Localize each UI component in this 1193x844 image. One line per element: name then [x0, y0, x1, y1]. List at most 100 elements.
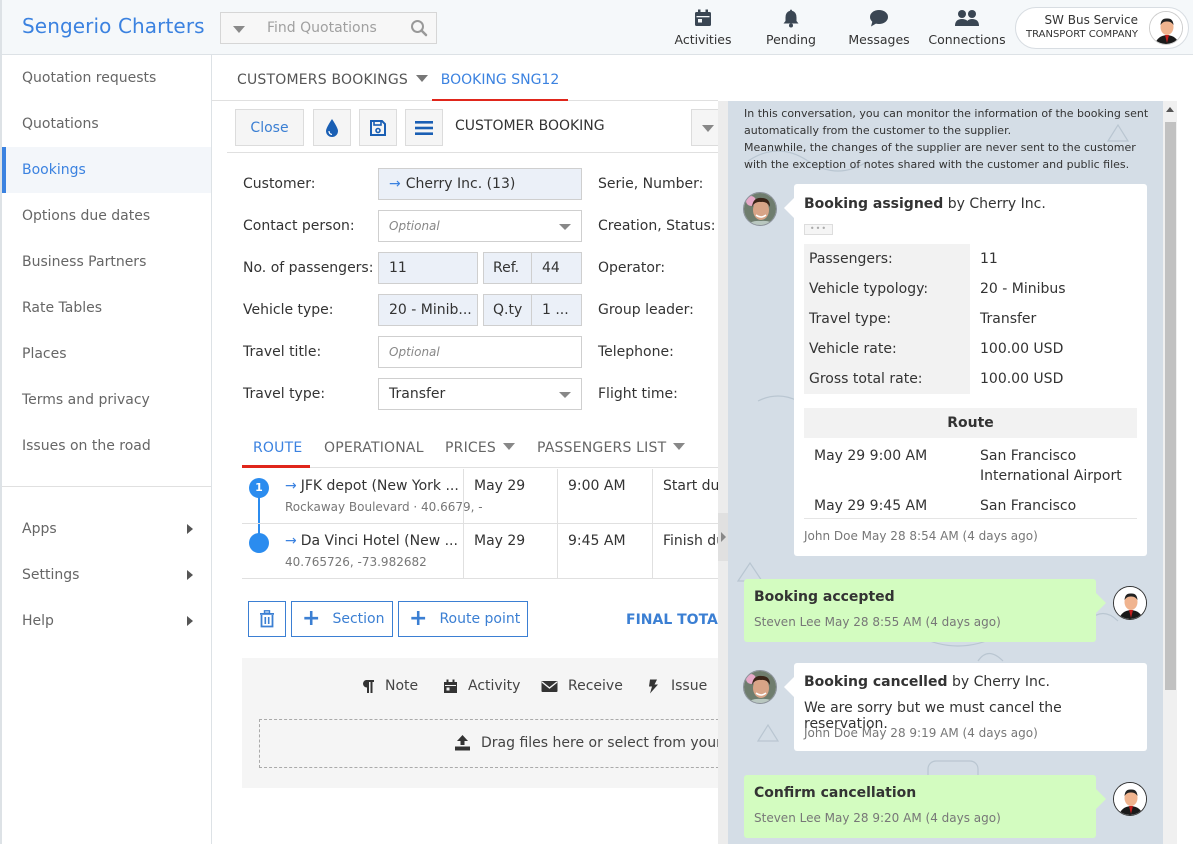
conversation-scrollbar[interactable] [1163, 101, 1177, 844]
caret-right-icon [187, 616, 193, 626]
report-issue-button[interactable]: Issue [646, 678, 707, 694]
tab-route[interactable]: ROUTE [253, 440, 302, 456]
sidebar-item-places[interactable]: Places [2, 331, 211, 377]
route-place: San Francisco [980, 498, 1077, 514]
sidebar-item-label: Help [22, 613, 54, 629]
sidebar-item-settings[interactable]: Settings [2, 552, 211, 598]
detail-row: Vehicle typology: 20 - Minibus [804, 274, 1137, 304]
flight-time-label: Flight time: [598, 386, 678, 402]
sidebar-item-quotations[interactable]: Quotations [2, 101, 211, 147]
bubble-tail [784, 198, 794, 218]
sidebar-item-quotation-requests[interactable]: Quotation requests [2, 55, 211, 101]
travel-title-input[interactable]: Optional [378, 336, 582, 368]
message-title: Booking assigned by Cherry Inc. [804, 196, 1046, 212]
quantity-field[interactable]: Q.ty 1 ... [483, 294, 582, 326]
tab-passengers-list[interactable]: PASSENGERS LIST [537, 440, 686, 456]
menu-button[interactable] [405, 109, 443, 146]
user-menu[interactable]: SW Bus Service TRANSPORT COMPANY [1015, 7, 1189, 49]
chevron-down-icon [559, 392, 571, 398]
message-title-bold: Booking cancelled [804, 674, 948, 690]
route-date: May 29 [463, 469, 557, 524]
sidebar-item-label: Apps [22, 521, 57, 537]
collapse-handle[interactable] [718, 513, 728, 561]
detail-value: 11 [980, 251, 998, 267]
sidebar-item-rate-tables[interactable]: Rate Tables [2, 285, 211, 331]
add-route-point-label: Route point [439, 611, 521, 627]
message-title-rest: by Cherry Inc. [947, 674, 1050, 690]
detail-key: Gross total rate: [804, 364, 970, 394]
receive-button[interactable]: Receive [541, 678, 623, 694]
sidebar-item-label: Settings [22, 567, 80, 583]
avatar [743, 670, 777, 704]
plus-icon: + [302, 606, 321, 631]
sidebar-item-bookings[interactable]: Bookings [2, 147, 211, 193]
search-scope-dropdown-icon[interactable] [233, 26, 245, 33]
delete-button[interactable] [248, 601, 286, 637]
travel-title-label: Travel title: [243, 344, 322, 360]
sidebar-item-options-due-dates[interactable]: Options due dates [2, 193, 211, 239]
search-box[interactable]: Find Quotations [220, 12, 437, 44]
route-row[interactable]: 1 → JFK depot (New York ... Rockaway Boul… [242, 469, 718, 524]
add-route-point-button[interactable]: + Route point [398, 601, 528, 637]
add-note-button[interactable]: Note [360, 678, 418, 694]
nav-pending[interactable]: Pending [746, 8, 836, 47]
right-gutter [1177, 101, 1193, 844]
chevron-down-icon [559, 224, 571, 230]
tab-operational[interactable]: OPERATIONAL [324, 440, 424, 456]
sidebar-item-help[interactable]: Help [2, 598, 211, 644]
receive-label: Receive [568, 678, 623, 694]
nav-messages[interactable]: Messages [834, 8, 924, 47]
conversation-panel: In this conversation, you can monitor th… [728, 101, 1163, 844]
sidebar-item-issues-on-the-road[interactable]: Issues on the road [2, 423, 211, 469]
add-section-button[interactable]: + Section [291, 601, 393, 637]
contact-person-select[interactable]: Optional [378, 210, 582, 242]
search-icon[interactable] [410, 19, 428, 37]
route-point-marker: 1 [249, 478, 269, 498]
scrollbar-thumb[interactable] [1165, 122, 1176, 690]
message-title-bold: Booking assigned [804, 196, 944, 212]
panel-splitter[interactable] [718, 101, 728, 844]
color-button[interactable] [313, 109, 351, 146]
tab-customers-bookings[interactable]: CUSTOMERS BOOKINGS [237, 72, 428, 88]
vehicle-type-field[interactable]: 20 - Minib... [378, 294, 478, 326]
ref-field[interactable]: Ref. 44 [483, 252, 582, 284]
nav-activities[interactable]: Activities [658, 8, 748, 47]
form-type-dropdown[interactable] [691, 109, 721, 146]
route-point-name[interactable]: → JFK depot (New York ... [285, 478, 459, 494]
nav-label: Connections [928, 32, 1006, 47]
sidebar-item-terms-and-privacy[interactable]: Terms and privacy [2, 377, 211, 423]
arrow-right-icon: → [285, 478, 297, 494]
route-header: Route [804, 408, 1137, 438]
sidebar-divider [2, 486, 211, 487]
customer-field[interactable]: → Cherry Inc. (13) [378, 168, 582, 200]
route-row[interactable]: → Da Vinci Hotel (New ... 40.765726, -73.… [242, 524, 718, 579]
tab-booking-sng12[interactable]: BOOKING SNG12 [432, 55, 568, 101]
chat-bubble-icon [870, 10, 888, 27]
route-point-label: JFK depot (New York ... [300, 478, 459, 494]
divider [804, 518, 1137, 519]
bubble-tail [1096, 789, 1106, 809]
scroll-up-arrow-icon[interactable] [1166, 107, 1174, 112]
travel-type-select[interactable]: Transfer [378, 378, 582, 410]
tab-prices[interactable]: PRICES [445, 440, 516, 456]
file-drop-zone[interactable]: Drag files here or select from your comp… [259, 719, 794, 768]
chevron-down-icon [503, 443, 516, 450]
active-tab-indicator [242, 465, 310, 468]
brand-logo[interactable]: Sengerio Charters [22, 14, 205, 38]
expand-more-button[interactable]: ••• [804, 224, 833, 235]
trash-icon [260, 610, 274, 628]
add-activity-button[interactable]: Activity [443, 678, 520, 694]
route-point-name[interactable]: → Da Vinci Hotel (New ... [285, 533, 458, 549]
detail-key: Travel type: [804, 304, 970, 334]
message-title-rest: by Cherry Inc. [943, 196, 1046, 212]
message-title: Confirm cancellation [754, 785, 917, 801]
passengers-field[interactable]: 11 [378, 252, 478, 284]
save-button[interactable] [359, 109, 397, 146]
sidebar-item-apps[interactable]: Apps [2, 506, 211, 552]
sidebar-item-business-partners[interactable]: Business Partners [2, 239, 211, 285]
nav-connections[interactable]: Connections [922, 8, 1012, 47]
final-total-link[interactable]: FINAL TOTAL [626, 612, 727, 628]
search-input[interactable]: Find Quotations [267, 20, 377, 36]
close-button[interactable]: Close [235, 109, 304, 146]
detail-value: Transfer [980, 311, 1037, 327]
